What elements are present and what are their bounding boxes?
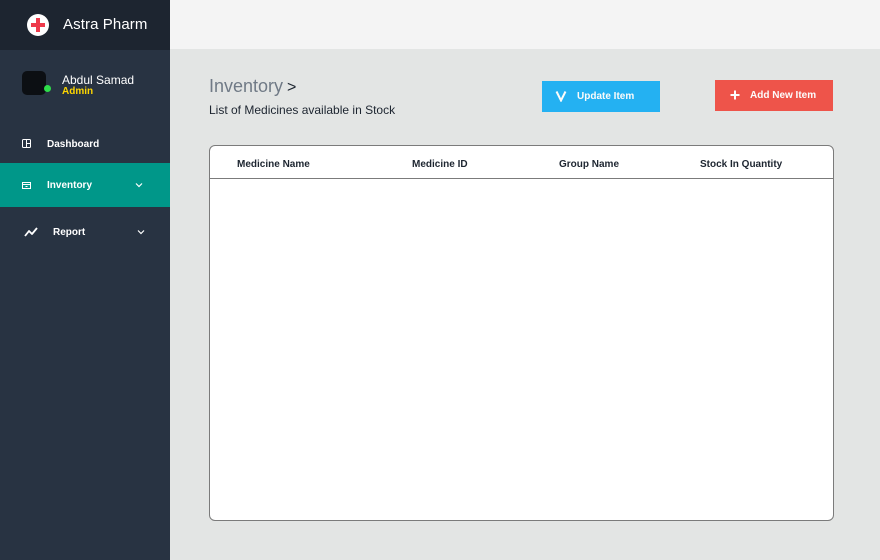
- add-new-item-label: Add New Item: [750, 90, 817, 101]
- report-chart-icon: [24, 227, 38, 237]
- top-bar: [170, 0, 880, 49]
- online-status-dot: [44, 85, 51, 92]
- sidebar-item-label: Inventory: [47, 180, 93, 191]
- add-new-item-button[interactable]: Add New Item: [715, 80, 833, 111]
- check-v-icon: [555, 91, 567, 102]
- column-header-stock-quantity[interactable]: Stock In Quantity: [700, 159, 782, 170]
- column-header-medicine-id[interactable]: Medicine ID: [412, 159, 468, 170]
- sidebar-item-dashboard[interactable]: Dashboard: [0, 122, 170, 166]
- medical-cross-icon: [27, 14, 49, 36]
- brand-header: Astra Pharm: [0, 0, 170, 50]
- breadcrumb-arrow: >: [287, 79, 297, 96]
- avatar: [22, 71, 46, 95]
- column-header-group-name[interactable]: Group Name: [559, 159, 619, 170]
- medicine-table: Medicine Name Medicine ID Group Name Sto…: [209, 145, 834, 521]
- chevron-down-icon: [137, 230, 145, 235]
- chevron-down-icon: [135, 183, 143, 188]
- user-profile: Abdul Samad Admin: [0, 68, 170, 102]
- page-title-text: Inventory: [209, 76, 284, 96]
- sidebar-item-label: Report: [53, 227, 86, 238]
- sidebar-item-inventory[interactable]: Inventory: [0, 163, 170, 207]
- inventory-icon: [22, 182, 31, 189]
- page-subtitle: List of Medicines available in Stock: [209, 103, 396, 117]
- brand-name: Astra Pharm: [63, 16, 148, 33]
- update-item-button[interactable]: Update Item: [542, 81, 660, 112]
- sidebar-item-report[interactable]: Report: [0, 210, 170, 254]
- plus-icon: [730, 90, 740, 100]
- sidebar: Astra Pharm Abdul Samad Admin Dashboard …: [0, 0, 170, 560]
- page-title: Inventory >: [209, 76, 296, 97]
- dashboard-icon: [22, 139, 31, 148]
- update-item-label: Update Item: [577, 91, 635, 102]
- sidebar-item-label: Dashboard: [47, 139, 100, 150]
- user-name: Abdul Samad: [62, 73, 135, 87]
- column-header-medicine-name[interactable]: Medicine Name: [237, 159, 310, 170]
- user-role: Admin: [62, 86, 94, 97]
- table-header: Medicine Name Medicine ID Group Name Sto…: [210, 146, 833, 179]
